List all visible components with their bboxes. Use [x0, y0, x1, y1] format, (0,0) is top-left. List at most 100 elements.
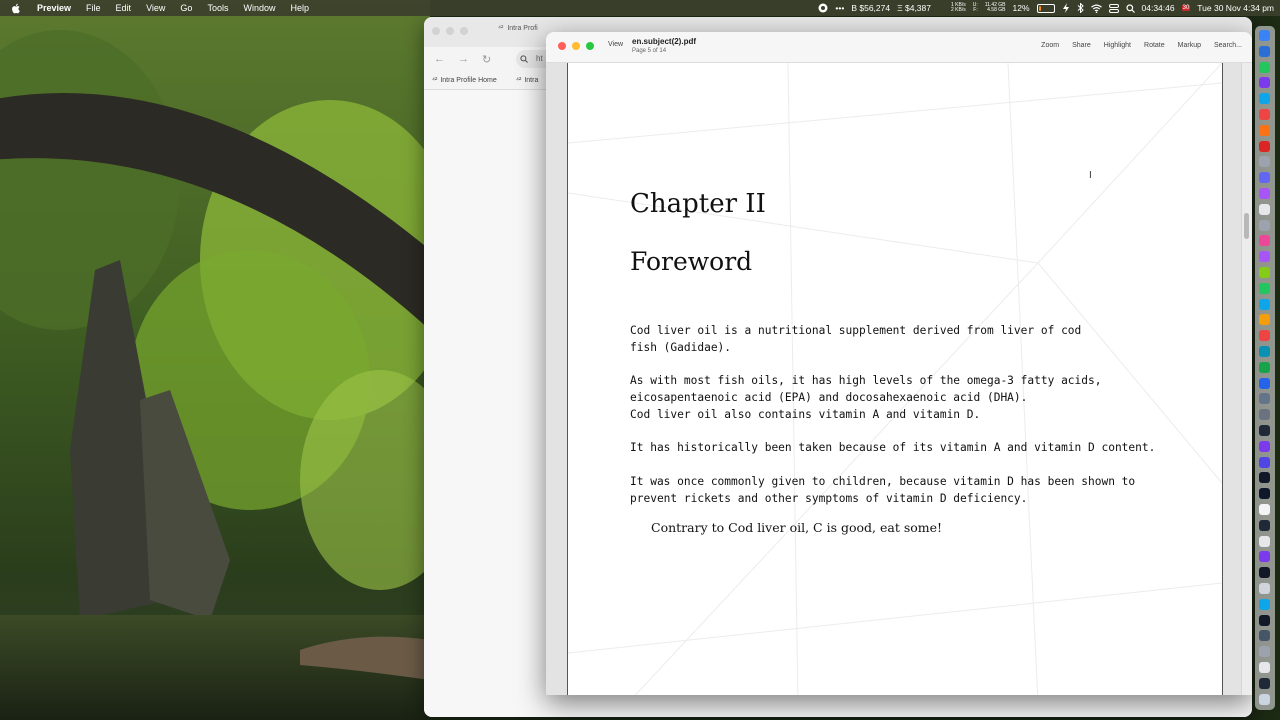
dock-app-icon[interactable] — [1259, 235, 1270, 247]
eth-price[interactable]: Ξ $4,387 — [897, 3, 931, 13]
dock-app-icon[interactable] — [1259, 662, 1270, 673]
dock-app-icon[interactable] — [1259, 156, 1270, 168]
mem-f-label: F: — [973, 7, 978, 13]
network-stats[interactable]: 1 KB/s 2 KB/s — [951, 3, 966, 13]
dock-app-icon[interactable] — [1259, 30, 1270, 41]
browser-minimize-button[interactable] — [446, 27, 454, 35]
dock-app-icon[interactable] — [1259, 504, 1270, 515]
dock-app-icon[interactable] — [1259, 172, 1270, 184]
dock-app-icon[interactable] — [1259, 124, 1270, 136]
dock-app-icon[interactable] — [1259, 409, 1270, 421]
dock-app-icon[interactable] — [1259, 251, 1270, 263]
rotate-button[interactable]: Rotate — [1144, 42, 1165, 49]
dock-app-icon[interactable] — [1259, 567, 1270, 579]
address-search-icon — [520, 55, 528, 63]
browser-close-button[interactable] — [432, 27, 440, 35]
dock-app-icon[interactable] — [1259, 282, 1270, 294]
dock-app-icon[interactable] — [1259, 425, 1270, 436]
browser-tab[interactable]: ⁴² Intra Profi — [498, 25, 538, 32]
dock-app-icon[interactable] — [1259, 93, 1270, 105]
dock-app-icon[interactable] — [1259, 488, 1270, 500]
btc-price[interactable]: B $56,274 — [851, 3, 890, 13]
dock-app-icon[interactable] — [1259, 598, 1270, 610]
intra-bookmark-icon: ⁴² — [516, 77, 522, 84]
dock-app-icon[interactable] — [1259, 330, 1270, 342]
control-center-icon[interactable] — [1108, 3, 1119, 13]
dock-app-icon[interactable] — [1259, 361, 1270, 373]
dock-app-icon[interactable] — [1259, 188, 1270, 199]
dock-app-icon[interactable] — [1259, 551, 1270, 563]
dock-app-icon[interactable] — [1259, 614, 1270, 626]
dock-app-icon[interactable] — [1259, 456, 1270, 468]
calendar-badge[interactable]: 30 — [1181, 5, 1191, 11]
dock-app-icon[interactable] — [1259, 440, 1270, 452]
date-time[interactable]: Tue 30 Nov 4:34 pm — [1197, 3, 1274, 13]
memory-stats[interactable]: 11.42 GB 4.58 GB — [985, 3, 1006, 13]
menu-view[interactable]: View — [146, 0, 165, 16]
dock-app-icon[interactable] — [1259, 393, 1270, 405]
search-icon[interactable] — [1125, 3, 1135, 13]
bluetooth-icon[interactable] — [1077, 3, 1084, 13]
dock-app-icon[interactable] — [1259, 346, 1270, 357]
dock-app-icon[interactable] — [1259, 646, 1270, 658]
dock-app-icon[interactable] — [1259, 519, 1270, 531]
menu-app-name[interactable]: Preview — [37, 0, 71, 16]
dock-app-icon[interactable] — [1259, 298, 1270, 310]
menu-tools[interactable]: Tools — [207, 0, 228, 16]
zoom-window-button[interactable] — [586, 42, 594, 50]
memory-labels: U: F: — [973, 3, 978, 13]
menu-file[interactable]: File — [86, 0, 101, 16]
dock-app-icon[interactable] — [1259, 109, 1270, 120]
record-icon[interactable] — [818, 3, 828, 13]
dock-app-icon[interactable] — [1259, 203, 1270, 215]
text-cursor-icon: I — [1089, 170, 1092, 181]
dock-app-icon[interactable] — [1259, 677, 1270, 689]
back-arrow-icon[interactable]: ← — [434, 53, 445, 65]
dock-app-icon[interactable] — [1259, 61, 1270, 73]
dock-app-icon[interactable] — [1259, 535, 1270, 547]
dock-app-icon[interactable] — [1259, 267, 1270, 278]
dock-app-icon[interactable] — [1259, 377, 1270, 389]
quote-line: Contrary to Cod liver oil, C is good, ea… — [651, 520, 943, 535]
document-title[interactable]: en.subject(2).pdf — [632, 37, 696, 46]
dock-app-icon[interactable] — [1259, 630, 1270, 642]
preview-window[interactable]: View en.subject(2).pdf Page 5 of 14 Zoom… — [546, 32, 1252, 695]
wifi-icon[interactable] — [1090, 4, 1102, 13]
markup-button[interactable]: Markup — [1178, 42, 1201, 49]
zoom-button[interactable]: Zoom — [1041, 42, 1059, 49]
highlight-button[interactable]: Highlight — [1104, 42, 1131, 49]
bookmark-intra-home[interactable]: ⁴² Intra Profile Home — [432, 77, 497, 84]
share-button[interactable]: Share — [1072, 42, 1091, 49]
browser-zoom-button[interactable] — [460, 27, 468, 35]
battery-icon[interactable] — [1036, 3, 1055, 13]
clock-timer[interactable]: 04:34:46 — [1142, 3, 1175, 13]
dock-app-icon[interactable] — [1259, 45, 1270, 57]
preview-toolbar: Zoom Share Highlight Rotate Markup Searc… — [1041, 42, 1242, 49]
dock-app-icon[interactable] — [1259, 77, 1270, 89]
bookmark-intra[interactable]: ⁴² Intra — [516, 77, 538, 84]
close-button[interactable] — [558, 42, 566, 50]
document-view[interactable]: Chapter II Foreword Cod liver oil is a n… — [546, 63, 1242, 695]
more-status-items[interactable]: ••• — [835, 3, 844, 13]
paragraph-4: It was once commonly given to children, … — [630, 475, 1136, 505]
reload-icon[interactable]: ↻ — [482, 53, 491, 66]
dock-app-icon[interactable] — [1259, 314, 1270, 326]
forward-arrow-icon[interactable]: → — [458, 53, 469, 65]
menu-help[interactable]: Help — [290, 0, 309, 16]
menu-window[interactable]: Window — [243, 0, 275, 16]
dock-app-icon[interactable] — [1259, 140, 1270, 152]
dock-app-icon[interactable] — [1259, 693, 1270, 705]
scrollbar[interactable] — [1241, 63, 1252, 695]
scrollbar-thumb[interactable] — [1244, 213, 1249, 239]
view-menu-button[interactable]: View — [608, 41, 623, 48]
apple-icon[interactable] — [10, 3, 21, 14]
dock-app-icon[interactable] — [1259, 219, 1270, 231]
menu-edit[interactable]: Edit — [116, 0, 132, 16]
minimize-button[interactable] — [572, 42, 580, 50]
dock-app-icon[interactable] — [1259, 583, 1270, 594]
search-field[interactable]: Search... — [1214, 42, 1242, 49]
section-heading: Foreword — [630, 247, 753, 276]
page-indicator: Page 5 of 14 — [632, 48, 667, 54]
dock-app-icon[interactable] — [1259, 472, 1270, 484]
menu-go[interactable]: Go — [180, 0, 192, 16]
